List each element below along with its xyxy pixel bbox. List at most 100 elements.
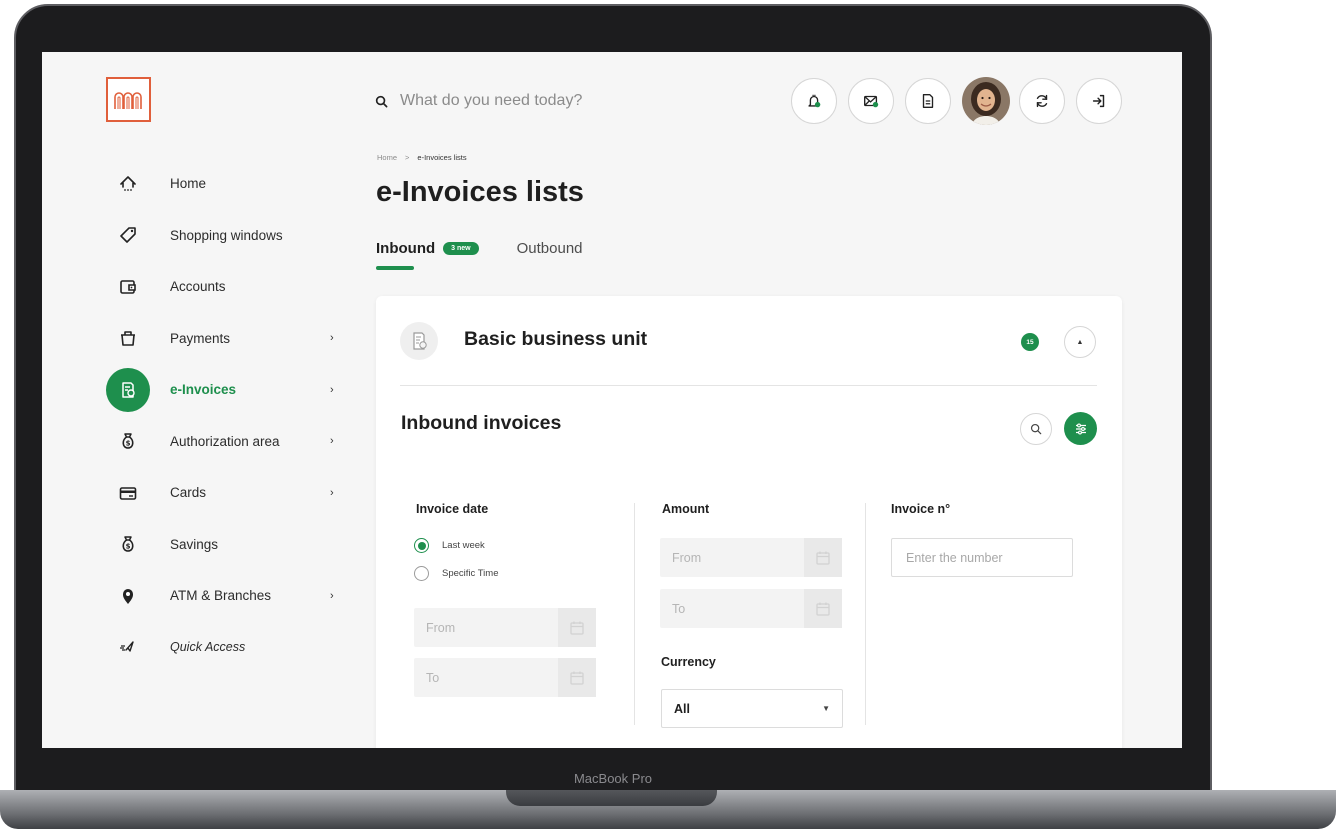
- refresh-button[interactable]: [1019, 78, 1065, 124]
- chevron-right-icon: ›: [330, 332, 334, 345]
- invoice-count-badge: 15: [1021, 333, 1039, 351]
- user-photo: [962, 77, 1010, 125]
- card-icon: [106, 471, 150, 515]
- invoice-tabs: Inbound 3 new Outbound: [376, 240, 583, 270]
- calendar-icon[interactable]: [804, 538, 842, 577]
- logout-icon: [1092, 94, 1105, 108]
- svg-text:$: $: [126, 440, 131, 448]
- bell-icon: [808, 94, 821, 108]
- radio-last-week[interactable]: Last week: [414, 538, 485, 553]
- breadcrumb: Home > e-Invoices lists: [377, 153, 467, 162]
- sidebar-item-accounts[interactable]: Accounts: [106, 261, 346, 313]
- filter-button[interactable]: [1064, 412, 1097, 445]
- sidebar-item-quick-access[interactable]: Quick Access: [106, 622, 346, 674]
- sidebar-item-savings[interactable]: $ Savings: [106, 519, 346, 571]
- date-from-input[interactable]: [414, 620, 554, 635]
- amount-from-field: [660, 538, 842, 577]
- location-pin-icon: [106, 574, 150, 618]
- invoice-number-input[interactable]: [892, 550, 1057, 565]
- chevron-right-icon: ›: [330, 435, 334, 448]
- date-from-field: [414, 608, 596, 647]
- sidebar-item-home[interactable]: Home: [106, 158, 346, 210]
- invoice-number-field: [891, 538, 1073, 577]
- breadcrumb-home[interactable]: Home: [377, 153, 397, 162]
- sidebar-item-label: Shopping windows: [170, 227, 283, 243]
- breadcrumb-separator: >: [405, 153, 410, 162]
- collapse-button[interactable]: ▲: [1064, 326, 1096, 358]
- bank-logo[interactable]: [106, 77, 151, 122]
- calendar-icon[interactable]: [804, 589, 842, 628]
- chevron-right-icon: ›: [330, 383, 334, 396]
- radio-label: Specific Time: [442, 568, 499, 579]
- currency-value: All: [674, 701, 690, 716]
- app-screen: Home Shopping windows Accounts Payments …: [42, 52, 1182, 748]
- chevron-right-icon: ›: [330, 589, 334, 602]
- search-icon: [375, 95, 388, 107]
- refresh-icon: [1036, 94, 1048, 108]
- device-label: MacBook Pro: [573, 771, 653, 786]
- sidebar-item-label: Authorization area: [170, 433, 280, 449]
- document-icon: [922, 94, 934, 108]
- invoice-icon: [106, 367, 150, 412]
- home-icon: [106, 162, 150, 206]
- calendar-icon[interactable]: [558, 658, 596, 697]
- divider: [400, 385, 1097, 386]
- notifications-button[interactable]: [791, 78, 837, 124]
- currency-label: Currency: [661, 655, 716, 669]
- amount-to-field: [660, 589, 842, 628]
- search-input[interactable]: [400, 92, 660, 110]
- amount-from-input[interactable]: [660, 550, 800, 565]
- tab-inbound-label: Inbound: [376, 240, 436, 257]
- wallet-icon: [106, 265, 150, 309]
- sidebar-item-shopping-windows[interactable]: Shopping windows: [106, 210, 346, 262]
- basket-icon: [106, 316, 150, 360]
- business-unit-card: Basic business unit 15 ▲ Inbound invoice…: [376, 296, 1122, 748]
- sidebar-item-atm-branches[interactable]: ATM & Branches ›: [106, 570, 346, 622]
- sidebar-item-label: Home: [170, 176, 207, 192]
- page-title: e-Invoices lists: [376, 176, 584, 208]
- chevron-right-icon: ›: [330, 486, 334, 499]
- sidebar-item-label: Savings: [170, 536, 219, 552]
- sidebar-item-label: e-Invoices: [170, 382, 237, 398]
- date-to-input[interactable]: [414, 670, 554, 685]
- sidebar-item-label: Quick Access: [170, 640, 246, 655]
- logout-button[interactable]: [1076, 78, 1122, 124]
- user-avatar[interactable]: [962, 77, 1010, 125]
- sidebar-item-label: Payments: [170, 330, 231, 346]
- sidebar-item-authorization-area[interactable]: $ Authorization area ›: [106, 416, 346, 468]
- sidebar-item-label: Cards: [170, 485, 207, 501]
- messages-button[interactable]: [848, 78, 894, 124]
- sidebar-item-cards[interactable]: Cards ›: [106, 467, 346, 519]
- search-invoices-button[interactable]: [1020, 413, 1052, 445]
- calendar-icon[interactable]: [558, 608, 596, 647]
- currency-select[interactable]: All ▼: [661, 689, 843, 728]
- radio-button: [414, 538, 429, 553]
- sidebar-item-e-invoices[interactable]: e-Invoices ›: [106, 364, 346, 416]
- invoice-number-label: Invoice n°: [891, 502, 951, 516]
- radio-specific-time[interactable]: Specific Time: [414, 566, 499, 581]
- tag-icon: [106, 213, 150, 257]
- sidebar-nav: Home Shopping windows Accounts Payments …: [106, 158, 346, 673]
- sidebar-item-label: Accounts: [170, 279, 226, 295]
- tab-outbound[interactable]: Outbound: [517, 240, 583, 257]
- new-count-badge: 3 new: [443, 242, 479, 255]
- date-to-field: [414, 658, 596, 697]
- receipt-icon: [400, 322, 438, 360]
- sidebar-item-payments[interactable]: Payments ›: [106, 313, 346, 365]
- rocket-icon: [106, 625, 150, 669]
- section-title: Inbound invoices: [401, 412, 562, 434]
- invoice-date-label: Invoice date: [416, 502, 489, 516]
- radio-button: [414, 566, 429, 581]
- logo-arches-icon: [113, 91, 142, 109]
- amount-to-input[interactable]: [660, 601, 800, 616]
- global-search: [375, 86, 695, 116]
- amount-label: Amount: [662, 502, 710, 516]
- search-icon: [1030, 423, 1042, 435]
- mail-icon: [864, 95, 879, 108]
- tab-inbound[interactable]: Inbound 3 new: [376, 240, 479, 270]
- money-bag-icon: $: [106, 419, 150, 463]
- caret-down-icon: ▼: [822, 704, 830, 713]
- chevron-up-icon: ▲: [1076, 338, 1084, 346]
- documents-button[interactable]: [905, 78, 951, 124]
- sliders-icon: [1075, 423, 1086, 434]
